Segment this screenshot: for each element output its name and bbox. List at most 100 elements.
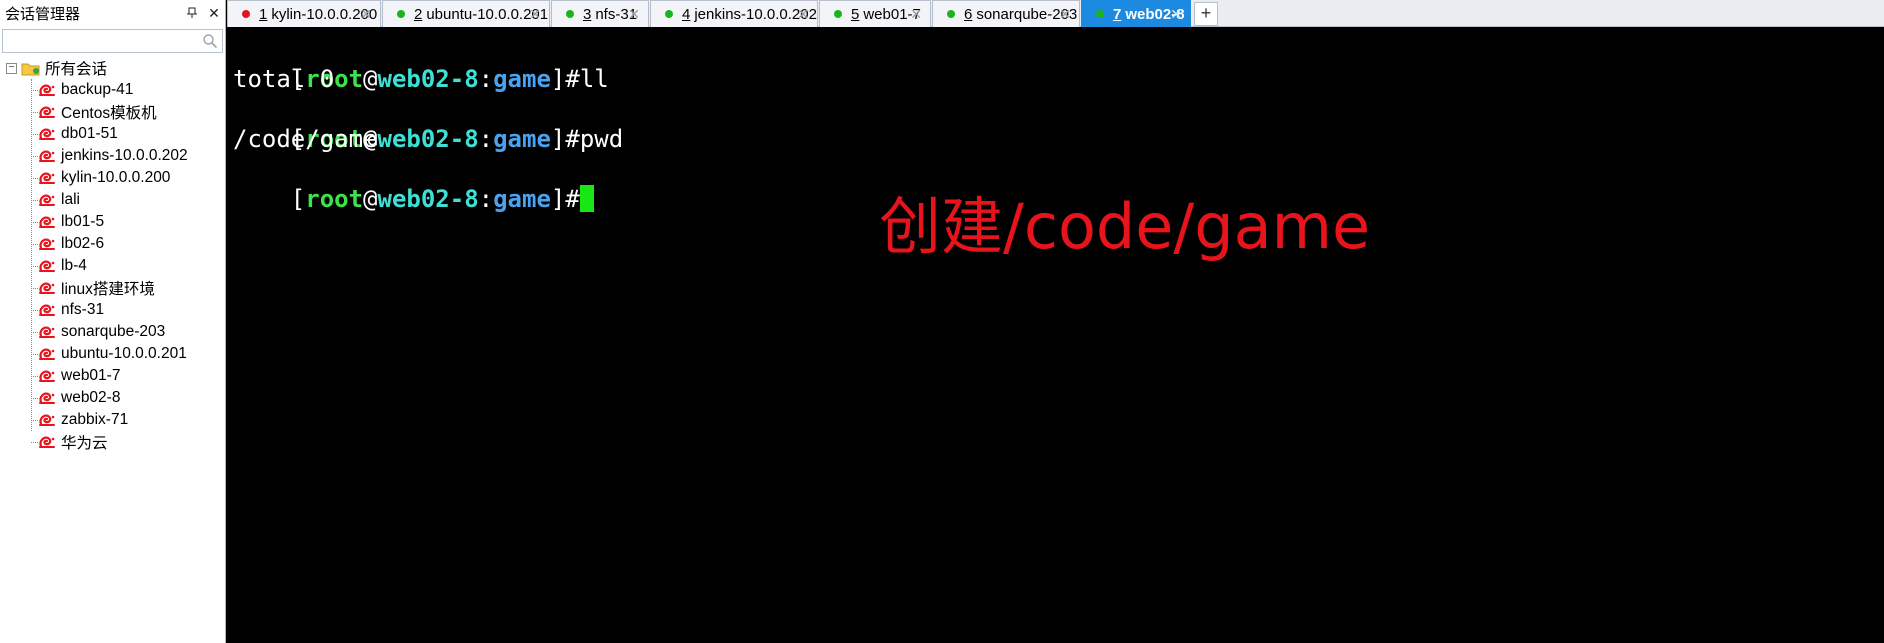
session-item[interactable]: Centos模板机 [0, 101, 225, 123]
session-item-label: kylin-10.0.0.200 [61, 169, 171, 186]
session-item[interactable]: db01-51 [0, 123, 225, 145]
session-snail-icon [39, 370, 55, 382]
terminal-line: [root@web02-8:game]#pwd [290, 125, 624, 153]
terminal-command: ll [579, 65, 609, 93]
session-item-label: jenkins-10.0.0.202 [61, 147, 188, 164]
session-snail-icon [39, 128, 55, 140]
session-item-label: web02-8 [61, 389, 121, 406]
session-item[interactable]: sonarqube-203 [0, 321, 225, 343]
session-item[interactable]: lali [0, 189, 225, 211]
tab-close-icon[interactable]: ✕ [797, 6, 809, 23]
session-item-label: Centos模板机 [61, 105, 157, 122]
tab-number: 2 [414, 5, 423, 23]
terminal-command: pwd [579, 125, 624, 153]
session-snail-icon [39, 150, 55, 162]
session-snail-icon [39, 106, 55, 118]
session-item[interactable]: web02-8 [0, 387, 225, 409]
session-snail-icon [39, 260, 55, 272]
session-manager-title: 会话管理器 [5, 6, 81, 23]
tree-root-label: 所有会话 [45, 61, 108, 78]
status-dot-icon [397, 10, 405, 18]
tab-number: 4 [682, 5, 691, 23]
session-search-input[interactable] [3, 30, 222, 52]
session-item-label: ubuntu-10.0.0.201 [61, 345, 187, 362]
session-item-label: 华为云 [61, 435, 108, 452]
session-item[interactable]: jenkins-10.0.0.202 [0, 145, 225, 167]
session-item-label: nfs-31 [61, 301, 105, 318]
session-item[interactable]: linux搭建环境 [0, 277, 225, 299]
session-item[interactable]: kylin-10.0.0.200 [0, 167, 225, 189]
tab-close-icon[interactable]: ✕ [1170, 6, 1182, 23]
session-snail-icon [39, 304, 55, 316]
session-snail-icon [39, 326, 55, 338]
session-item-label: backup-41 [61, 81, 134, 98]
tree-root-all-sessions[interactable]: − 所有会话 [0, 57, 225, 79]
tab-number: 3 [583, 5, 592, 23]
tab-close-icon[interactable]: ✕ [1059, 6, 1071, 23]
status-dot-icon [665, 10, 673, 18]
tab-close-icon[interactable]: ✕ [529, 6, 541, 23]
status-dot-icon [1096, 10, 1104, 18]
session-tab[interactable]: 2 ubuntu-10.0.0.201 ✕ [382, 0, 550, 27]
session-item[interactable]: web01-7 [0, 365, 225, 387]
session-tree: − 所有会话 backup-41 Centos模板机 db01-51 jenkins-… [0, 57, 225, 453]
tab-number: 6 [964, 5, 973, 23]
session-snail-icon [39, 414, 55, 426]
folder-icon [21, 63, 40, 75]
session-item[interactable]: backup-41 [0, 79, 225, 101]
session-item-label: db01-51 [61, 125, 118, 142]
session-tab[interactable]: 3 nfs-31 ✕ [551, 0, 649, 27]
tab-close-icon[interactable]: ✕ [628, 6, 640, 23]
session-item-label: lb01-5 [61, 213, 105, 230]
search-icon[interactable] [202, 33, 218, 49]
session-snail-icon [39, 282, 55, 294]
session-snail-icon [39, 436, 55, 448]
terminal[interactable]: [root@web02-8:game]#ll total 0 [root@web… [227, 28, 1884, 643]
session-tab[interactable]: 6 sonarqube-203 ✕ [932, 0, 1080, 27]
session-tab[interactable]: 1 kylin-10.0.0.200 ✕ [227, 0, 381, 27]
session-snail-icon [39, 172, 55, 184]
tab-number: 5 [851, 5, 860, 23]
tab-number: 1 [259, 5, 268, 23]
collapse-icon[interactable]: − [6, 62, 17, 74]
status-dot-icon [834, 10, 842, 18]
session-tab[interactable]: 5 web01-7 ✕ [819, 0, 931, 27]
session-item[interactable]: lb02-6 [0, 233, 225, 255]
session-item[interactable]: ubuntu-10.0.0.201 [0, 343, 225, 365]
session-snail-icon [39, 348, 55, 360]
pin-icon[interactable] [181, 6, 203, 22]
session-item-label: linux搭建环境 [61, 281, 155, 298]
session-manager-panel: 会话管理器 ✕ − 所有会话 backup-41 Centos模板机 db01-51… [0, 0, 226, 643]
session-item-label: zabbix-71 [61, 411, 129, 428]
session-snail-icon [39, 194, 55, 206]
session-item[interactable]: lb-4 [0, 255, 225, 277]
status-dot-icon [947, 10, 955, 18]
session-item-label: web01-7 [61, 367, 121, 384]
annotation-text: 创建/code/game [879, 190, 1371, 263]
session-item[interactable]: 华为云 [0, 431, 225, 453]
session-item[interactable]: zabbix-71 [0, 409, 225, 431]
session-search[interactable] [2, 29, 223, 53]
session-snail-icon [39, 392, 55, 404]
session-snail-icon [39, 238, 55, 250]
tab-number: 7 [1113, 5, 1122, 23]
terminal-line: [root@web02-8:game]# [233, 154, 1884, 213]
session-manager-header: 会话管理器 ✕ [0, 0, 225, 27]
session-tab[interactable]: 4 jenkins-10.0.0.202 ✕ [650, 0, 818, 27]
session-item[interactable]: nfs-31 [0, 299, 225, 321]
session-item-label: lali [61, 191, 80, 208]
session-snail-icon [39, 84, 55, 96]
tab-close-icon[interactable]: ✕ [910, 6, 922, 23]
close-icon[interactable]: ✕ [203, 5, 225, 22]
session-item-label: lb02-6 [61, 235, 105, 252]
session-tab[interactable]: 7 web02-8 ✕ [1081, 0, 1191, 27]
session-item-label: lb-4 [61, 257, 87, 274]
status-dot-icon [566, 10, 574, 18]
session-item[interactable]: lb01-5 [0, 211, 225, 233]
add-tab-button[interactable]: + [1194, 2, 1218, 26]
status-dot-icon [242, 10, 250, 18]
tab-close-icon[interactable]: ✕ [360, 6, 372, 23]
session-snail-icon [39, 216, 55, 228]
session-tab-bar: 1 kylin-10.0.0.200 ✕ 2 ubuntu-10.0.0.201 ✕ 3 nf… [227, 0, 1884, 27]
terminal-cursor [579, 185, 594, 212]
